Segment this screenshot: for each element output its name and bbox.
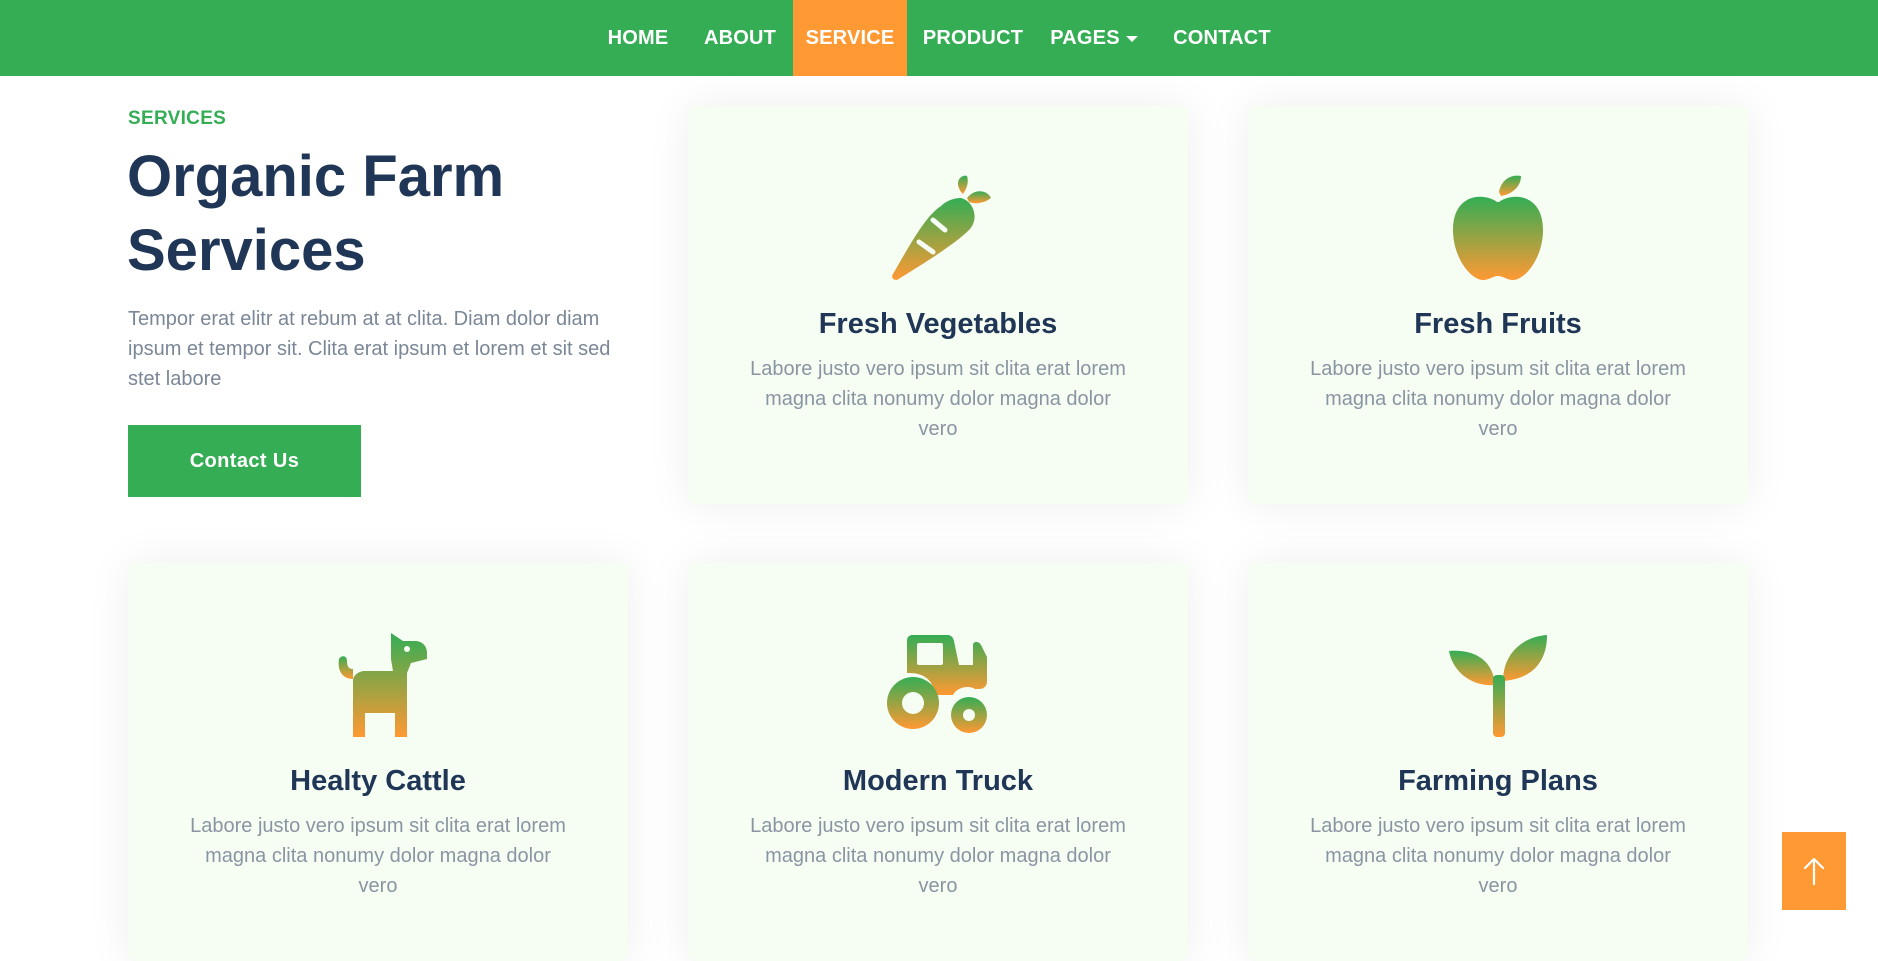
nav-item-pages-label: PAGES: [1050, 26, 1120, 49]
contact-us-button[interactable]: Contact Us: [128, 425, 361, 497]
nav-menu: HOME ABOUT SERVICE PRODUCT PAGES CONTACT: [0, 0, 1878, 76]
service-card-modern-truck: Modern Truck Labore justo vero ipsum sit…: [688, 563, 1188, 961]
service-title: Healty Cattle: [290, 765, 466, 797]
service-title: Modern Truck: [842, 765, 1034, 797]
service-card-fresh-vegetables: Fresh Vegetables Labore justo vero ipsum…: [688, 106, 1188, 504]
service-card-fresh-fruits: Fresh Fruits Labore justo vero ipsum sit…: [1248, 106, 1748, 504]
page-title-line-2: Services: [127, 218, 366, 283]
service-description: Labore justo vero ipsum sit clita erat l…: [1310, 358, 1686, 440]
arrow-up-icon: [1803, 857, 1825, 886]
intro-paragraph: Tempor erat elitr at rebum at at clita. …: [128, 308, 611, 390]
dog-icon: [323, 629, 433, 739]
service-card-farming-plans: Farming Plans Labore justo vero ipsum si…: [1248, 563, 1748, 961]
service-title: Fresh Vegetables: [818, 308, 1058, 340]
service-title: Farming Plans: [1398, 765, 1598, 797]
service-title: Fresh Fruits: [1414, 308, 1582, 340]
apple-icon: [1443, 172, 1553, 282]
service-description: Labore justo vero ipsum sit clita erat l…: [190, 815, 566, 897]
page-title-line-1: Organic Farm: [127, 144, 505, 209]
nav-item-service[interactable]: SERVICE: [793, 0, 907, 76]
caret-down-icon: [1125, 36, 1138, 42]
seedling-icon: [1443, 629, 1553, 739]
tractor-icon: [883, 629, 993, 739]
service-description: Labore justo vero ipsum sit clita erat l…: [750, 815, 1126, 897]
navbar: HOME ABOUT SERVICE PRODUCT PAGES CONTACT: [0, 0, 1878, 76]
nav-item-pages[interactable]: PAGES: [1049, 0, 1139, 76]
nav-item-product[interactable]: PRODUCT: [917, 0, 1029, 76]
page-title: Organic Farm Services: [127, 140, 647, 288]
section-eyebrow: SERVICES: [128, 108, 227, 129]
nav-item-contact[interactable]: CONTACT: [1166, 0, 1278, 76]
nav-item-home[interactable]: HOME: [596, 0, 680, 76]
carrot-icon: [883, 172, 993, 282]
nav-item-about[interactable]: ABOUT: [690, 0, 790, 76]
service-description: Labore justo vero ipsum sit clita erat l…: [750, 358, 1126, 440]
service-card-healty-cattle: Healty Cattle Labore justo vero ipsum si…: [128, 563, 628, 961]
back-to-top-button[interactable]: [1782, 832, 1846, 910]
service-description: Labore justo vero ipsum sit clita erat l…: [1310, 815, 1686, 897]
